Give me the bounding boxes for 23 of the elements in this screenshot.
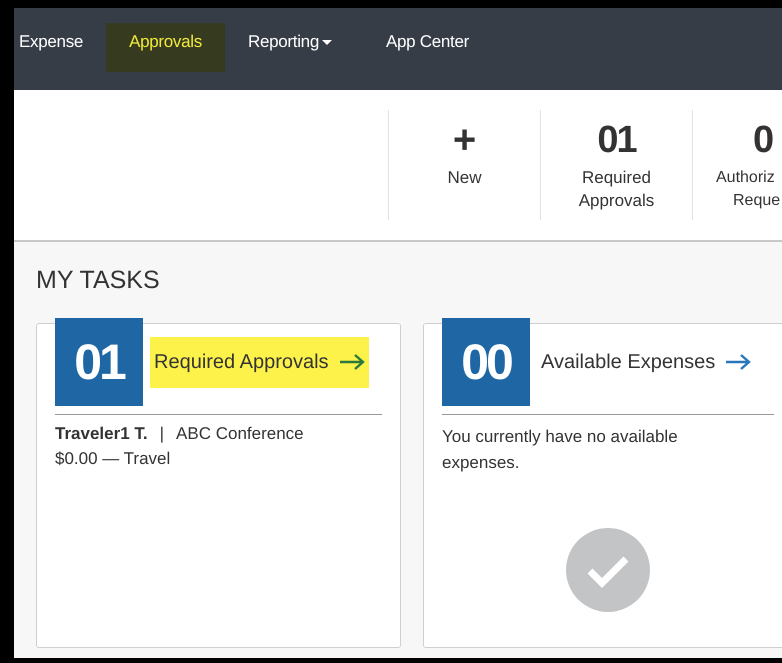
count-number: 01 <box>597 118 636 162</box>
event-name: ABC Conference <box>176 424 304 444</box>
arrow-icon <box>725 353 752 371</box>
nav-tab[interactable]: App Center <box>362 23 492 72</box>
separator-text: | <box>160 424 164 444</box>
count-number: 0 <box>753 118 772 162</box>
section-heading: MY TASKS <box>36 266 160 295</box>
nav-tab[interactable]: Reporting <box>224 23 355 72</box>
expense-detail: $0.00 — Travel <box>55 449 172 469</box>
card-title-link[interactable]: Available Expenses <box>537 336 756 388</box>
count-tile: 01 <box>55 318 143 406</box>
card-title-link[interactable]: Required Approvals <box>150 336 369 388</box>
arrow-icon <box>338 353 365 371</box>
checkmark-circle-icon <box>566 528 650 612</box>
count-tile: 00 <box>442 318 530 406</box>
traveler-name[interactable]: Traveler1 T. <box>55 424 148 444</box>
nav-tab[interactable]: Expense <box>14 23 106 72</box>
header-link[interactable]: Authoriz Reque <box>693 166 780 212</box>
empty-message: You currently have no available expenses. <box>442 426 679 474</box>
plus-icon[interactable]: + <box>452 118 476 162</box>
nav-tab[interactable]: Approvals <box>106 23 225 72</box>
header-link[interactable]: Required Approvals <box>578 166 654 212</box>
header-link[interactable]: New <box>447 166 482 189</box>
